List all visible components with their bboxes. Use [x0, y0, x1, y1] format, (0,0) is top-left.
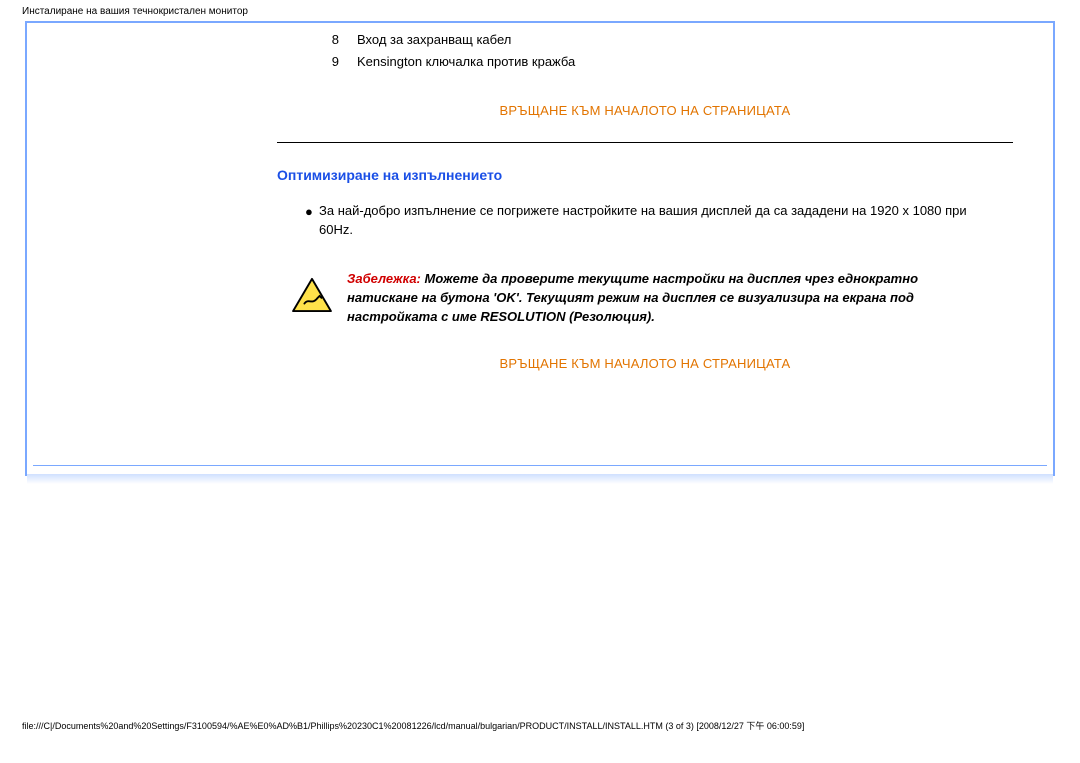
bullet-list: ● За най-добро изпълнение се погрижете н…: [305, 201, 1013, 239]
back-to-top-link[interactable]: ВРЪЩАНЕ КЪМ НАЧАЛОТО НА СТРАНИЦАТА: [500, 103, 791, 118]
list-item: 8 Вход за захранващ кабел: [277, 29, 1013, 51]
back-to-top-link[interactable]: ВРЪЩАНЕ КЪМ НАЧАЛОТО НА СТРАНИЦАТА: [500, 356, 791, 371]
main-content: 8 Вход за захранващ кабел 9 Kensington к…: [237, 23, 1053, 415]
item-text: Вход за захранващ кабел: [357, 29, 1013, 51]
note-body: Можете да проверите текущите настройки н…: [347, 271, 918, 324]
warning-icon: [291, 277, 333, 313]
footer-file-path: file:///C|/Documents%20and%20Settings/F3…: [0, 476, 1080, 732]
item-number: 9: [277, 51, 357, 73]
page-title: Инсталиране на вашия течнокристален мони…: [0, 0, 1080, 21]
note-text: Забележка: Можете да проверите текущите …: [347, 269, 1013, 326]
bullet-text: За най-добро изпълнение се погрижете нас…: [319, 201, 1013, 239]
numbered-list: 8 Вход за захранващ кабел 9 Kensington к…: [277, 29, 1013, 73]
note-label: Забележка:: [347, 271, 421, 286]
divider: [277, 142, 1013, 143]
bullet-item: ● За най-добро изпълнение се погрижете н…: [305, 201, 1013, 239]
back-to-top: ВРЪЩАНЕ КЪМ НАЧАЛОТО НА СТРАНИЦАТА: [277, 103, 1013, 118]
frame-divider: [33, 465, 1047, 466]
bullet-dot-icon: ●: [305, 201, 319, 239]
section-heading: Оптимизиране на изпълнението: [277, 167, 1013, 183]
item-text: Kensington ключалка против кражба: [357, 51, 1013, 73]
note-block: Забележка: Можете да проверите текущите …: [291, 269, 1013, 326]
item-number: 8: [277, 29, 357, 51]
list-item: 9 Kensington ключалка против кражба: [277, 51, 1013, 73]
document-frame: 8 Вход за захранващ кабел 9 Kensington к…: [25, 21, 1055, 476]
back-to-top: ВРЪЩАНЕ КЪМ НАЧАЛОТО НА СТРАНИЦАТА: [277, 356, 1013, 371]
